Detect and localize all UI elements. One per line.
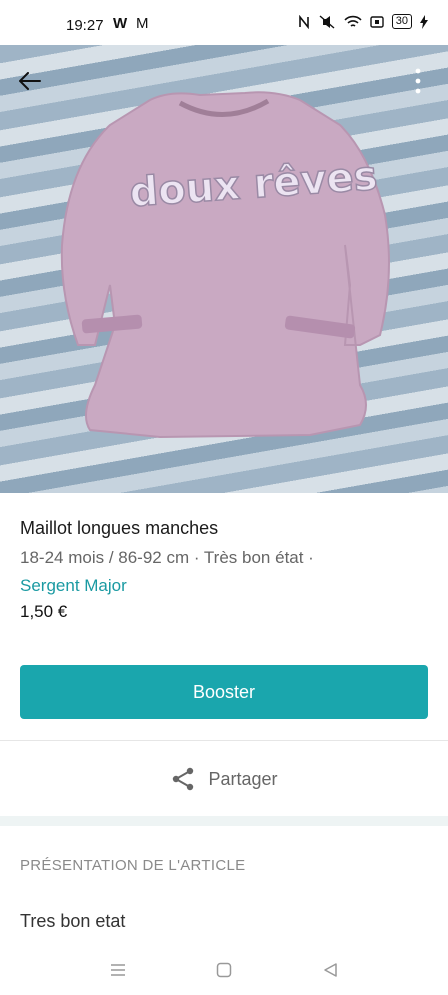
mail-notification-icon: M	[136, 15, 149, 32]
item-price: 1,50 €	[20, 602, 68, 621]
share-icon	[173, 767, 194, 791]
shirt-body	[60, 91, 390, 439]
item-meta: 18-24 mois / 86-92 cm · Très bon état · …	[20, 544, 430, 600]
screen-record-icon	[370, 15, 384, 28]
home-button[interactable]	[211, 957, 237, 983]
booster-button[interactable]: Booster	[20, 665, 428, 719]
back-button[interactable]	[14, 65, 46, 97]
section-separator	[0, 816, 448, 826]
status-bar: 19:27 W M 30	[0, 0, 448, 48]
system-nav-bar	[0, 945, 448, 995]
share-label: Partager	[208, 768, 278, 789]
tshirt-illustration: doux rêves	[60, 91, 390, 439]
wifi-icon	[344, 15, 362, 27]
share-button[interactable]: Partager	[0, 754, 448, 804]
item-title: Maillot longues manches	[20, 518, 219, 538]
item-description: Tres bon etat	[20, 911, 126, 931]
status-time: 19:27	[66, 17, 104, 34]
arrow-left-icon	[19, 72, 41, 90]
divider	[0, 740, 448, 741]
more-options-button[interactable]	[406, 65, 430, 97]
mute-icon	[319, 14, 335, 29]
back-triangle-icon	[324, 963, 337, 977]
more-vertical-icon	[415, 68, 421, 94]
battery-indicator: 30	[391, 14, 412, 29]
menu-icon	[111, 964, 125, 976]
home-square-icon	[216, 962, 232, 978]
item-size-condition: 18-24 mois / 86-92 cm · Très bon état ·	[20, 548, 314, 567]
nfc-icon	[298, 14, 309, 29]
system-back-button[interactable]	[317, 957, 343, 983]
item-photo[interactable]: doux rêves	[0, 45, 448, 493]
section-title: PRÉSENTATION DE L'ARTICLE	[20, 857, 246, 874]
app-notification-icon: W	[113, 15, 128, 32]
brand-link[interactable]: Sergent Major	[20, 576, 127, 595]
recent-apps-button[interactable]	[105, 957, 131, 983]
status-icons: 30	[298, 14, 428, 29]
charging-icon	[420, 14, 428, 29]
